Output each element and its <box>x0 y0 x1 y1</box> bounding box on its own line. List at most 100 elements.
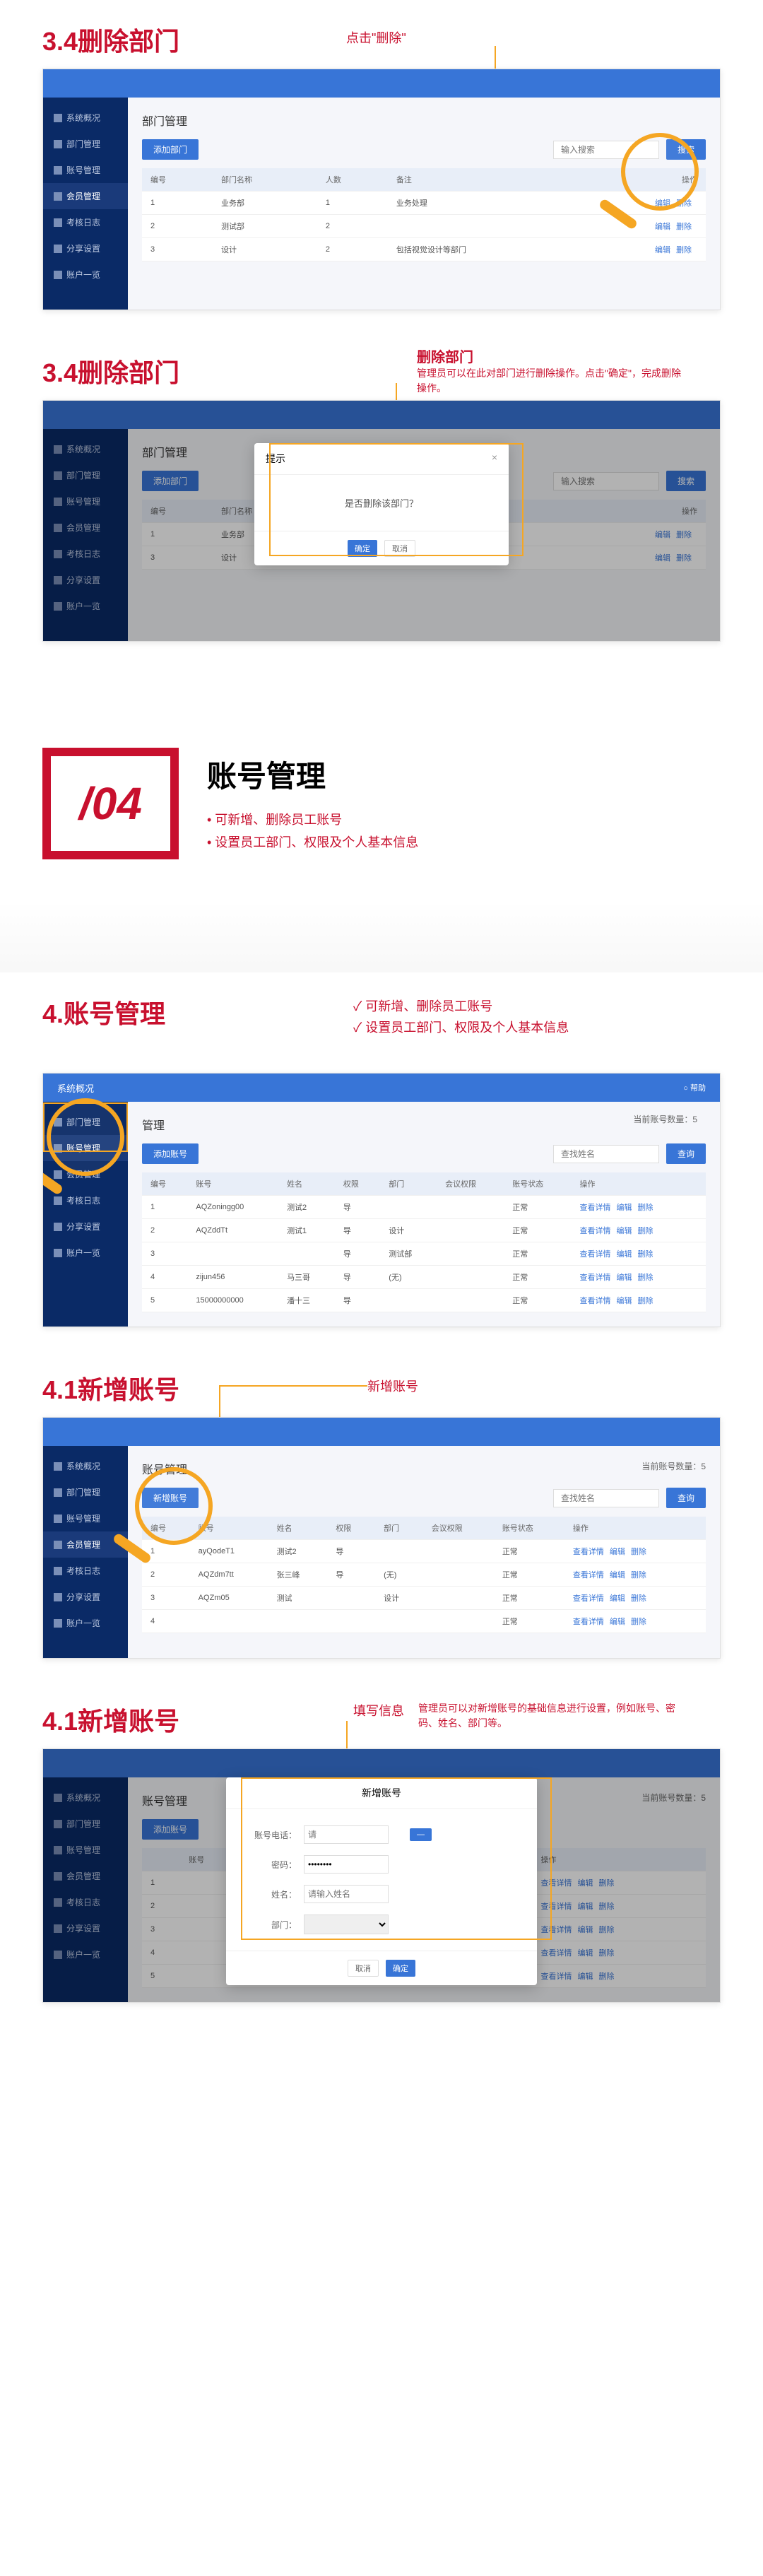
cell: 正常 <box>494 1540 564 1563</box>
account-icon <box>54 166 62 175</box>
cell: 导 <box>335 1266 380 1289</box>
delete-link[interactable]: 删除 <box>676 246 692 254</box>
action-link[interactable]: 删除 <box>638 1297 653 1305</box>
action-link[interactable]: 编辑 <box>617 1274 632 1282</box>
panel-title: 部门管理 <box>142 112 706 129</box>
sidebar-item[interactable]: 部门管理 <box>43 1479 128 1505</box>
sidebar-item[interactable]: 系统概况 <box>43 105 128 131</box>
table-row: 4正常查看详情编辑删除 <box>142 1610 706 1633</box>
section-delete-dept-step2: 3.4删除部门 删除部门 管理员可以在此对部门进行删除操作。点击"确定"，完成删… <box>0 331 763 663</box>
confirm-modal: 提示 × 是否删除该部门？ 确定 取消 <box>254 443 509 565</box>
search-input[interactable] <box>553 1145 659 1163</box>
action-link[interactable]: 查看详情 <box>573 1571 604 1580</box>
cell: 4 <box>142 1610 190 1633</box>
action-link[interactable]: 编辑 <box>617 1250 632 1259</box>
action-link[interactable]: 查看详情 <box>573 1618 604 1626</box>
sidebar-item[interactable]: 系统概况 <box>43 1453 128 1479</box>
action-link[interactable]: 删除 <box>638 1250 653 1259</box>
cell: 15000000000 <box>187 1289 278 1312</box>
input-password[interactable] <box>304 1855 389 1874</box>
share-icon <box>54 1593 62 1601</box>
sidebar-item[interactable]: 账号管理 <box>43 1505 128 1531</box>
cell: 正常 <box>494 1587 564 1610</box>
sidebar-item[interactable]: 分享设置 <box>43 1213 128 1240</box>
action-link[interactable]: 查看详情 <box>580 1204 611 1212</box>
action-link[interactable]: 删除 <box>638 1204 653 1212</box>
label-dept: 部门： <box>247 1919 304 1931</box>
edit-link[interactable]: 编辑 <box>655 223 670 231</box>
sidebar-item[interactable]: 部门管理 <box>43 131 128 157</box>
cell: ayQodeT1 <box>190 1540 268 1563</box>
cell: 业务部 <box>213 192 317 215</box>
dashboard-icon <box>54 114 62 122</box>
cell: 正常 <box>504 1219 571 1242</box>
edit-link[interactable]: 编辑 <box>655 246 670 254</box>
action-link[interactable]: 编辑 <box>610 1571 625 1580</box>
sidebar: 系统概况 部门管理 账号管理 会员管理 考核日志 分享设置 账户一览 <box>43 1446 128 1658</box>
confirm-button[interactable]: 确定 <box>386 1960 415 1977</box>
confirm-button[interactable]: 确定 <box>348 540 377 557</box>
chapter-divider: /04 账号管理 可新增、删除员工账号 设置员工部门、权限及个人基本信息 <box>0 663 763 902</box>
cell: 正常 <box>504 1266 571 1289</box>
search-button[interactable]: 查询 <box>666 1488 706 1508</box>
action-link[interactable]: 查看详情 <box>580 1250 611 1259</box>
action-link[interactable]: 查看详情 <box>580 1227 611 1235</box>
sidebar-item[interactable]: 会员管理 <box>43 183 128 209</box>
toolbar: 添加部门 搜索 <box>142 139 706 160</box>
select-dept[interactable] <box>304 1915 389 1934</box>
delete-link[interactable]: 删除 <box>676 223 692 231</box>
action-link[interactable]: 删除 <box>638 1274 653 1282</box>
magnifier-icon <box>47 1098 124 1176</box>
add-account-button[interactable]: 添加账号 <box>142 1143 199 1164</box>
sidebar-item[interactable]: 账户一览 <box>43 261 128 288</box>
action-link[interactable]: 删除 <box>631 1594 646 1603</box>
action-link[interactable]: 删除 <box>631 1571 646 1580</box>
cancel-button[interactable]: 取消 <box>384 540 415 557</box>
action-link[interactable]: 编辑 <box>617 1297 632 1305</box>
search-button[interactable]: 查询 <box>666 1143 706 1164</box>
annotation-desc: 管理员可以对新增账号的基础信息进行设置，例如账号、密码、姓名、部门等。 <box>418 1701 692 1731</box>
action-link[interactable]: 查看详情 <box>580 1297 611 1305</box>
toolbar: 添加账号 查询 <box>142 1143 706 1164</box>
action-link[interactable]: 编辑 <box>610 1618 625 1626</box>
col-header: 账号 <box>187 1172 278 1196</box>
verify-button[interactable]: — <box>410 1828 432 1841</box>
annotation: 填写信息 管理员可以对新增账号的基础信息进行设置，例如账号、密码、姓名、部门等。 <box>353 1701 692 1731</box>
sidebar-item[interactable]: 考核日志 <box>43 1558 128 1584</box>
action-link[interactable]: 编辑 <box>617 1204 632 1212</box>
action-link[interactable]: 删除 <box>638 1227 653 1235</box>
cell <box>268 1610 328 1633</box>
add-dept-button[interactable]: 添加部门 <box>142 139 199 160</box>
sidebar-item[interactable]: 账户一览 <box>43 1240 128 1266</box>
cell: 正常 <box>504 1242 571 1266</box>
sidebar-item[interactable]: 账号管理 <box>43 157 128 183</box>
section-add-account-step1: 4.1新增账号 新增账号 系统概况 部门管理 账号管理 会员管理 考核日志 分享… <box>0 1348 763 1680</box>
action-link[interactable]: 编辑 <box>610 1594 625 1603</box>
input-name[interactable] <box>304 1885 389 1903</box>
cell: 导 <box>327 1563 375 1587</box>
section-account-mgmt: 4.账号管理 可新增、删除员工账号 设置员工部门、权限及个人基本信息 系统概况 … <box>0 972 763 1348</box>
modal-form: 账号电话： — 密码： 姓名： 部门： <box>226 1809 537 1951</box>
col-header: 操作 <box>564 1517 706 1540</box>
sidebar-item[interactable]: 分享设置 <box>43 235 128 261</box>
action-link[interactable]: 查看详情 <box>580 1274 611 1282</box>
action-link[interactable]: 查看详情 <box>573 1548 604 1556</box>
annotation: 点击"删除" <box>346 28 406 47</box>
action-link[interactable]: 查看详情 <box>573 1594 604 1603</box>
action-link[interactable]: 删除 <box>631 1548 646 1556</box>
overview-icon <box>54 271 62 279</box>
cell <box>375 1610 423 1633</box>
action-link[interactable]: 编辑 <box>617 1227 632 1235</box>
sidebar-item[interactable]: 分享设置 <box>43 1584 128 1610</box>
account-table: 编号账号姓名权限部门会议权限账号状态操作 1ayQodeT1测试2导正常查看详情… <box>142 1517 706 1633</box>
action-link[interactable]: 编辑 <box>610 1548 625 1556</box>
close-icon[interactable]: × <box>492 452 497 466</box>
search-input[interactable] <box>553 1489 659 1507</box>
action-link[interactable]: 删除 <box>631 1618 646 1626</box>
cell: 导 <box>335 1196 380 1219</box>
cancel-button[interactable]: 取消 <box>348 1960 379 1977</box>
sidebar-item[interactable]: 考核日志 <box>43 209 128 235</box>
sidebar-item[interactable]: 账户一览 <box>43 1610 128 1636</box>
share-icon <box>54 1223 62 1231</box>
input-account[interactable] <box>304 1825 389 1844</box>
